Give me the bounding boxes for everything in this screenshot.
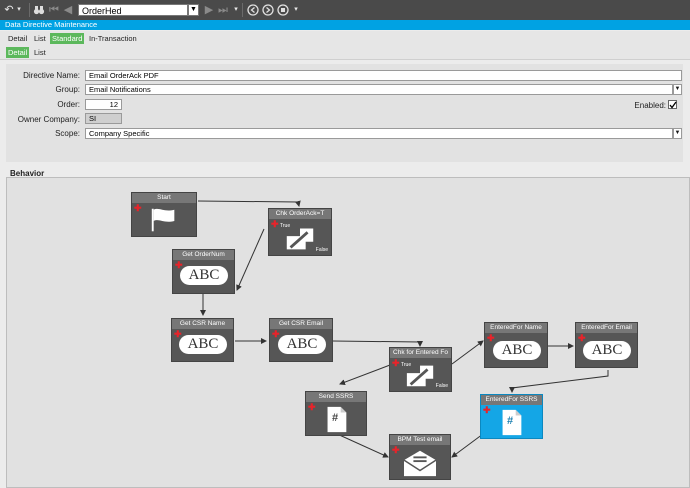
subtab-detail[interactable]: Detail (6, 47, 30, 58)
navigate-forward-icon[interactable] (262, 4, 274, 16)
next-record-icon[interactable]: ▶ (203, 4, 215, 16)
undo-dropdown-icon[interactable]: ▾ (13, 4, 25, 16)
workflow-node-get-csr-email[interactable]: Get CSR Email ✚ ABC (269, 318, 333, 362)
condition-icon (406, 365, 434, 387)
owner-company-field: SI (85, 113, 122, 124)
toolbar-separator (29, 3, 30, 17)
main-tabs: Detail List Standard In-Transaction (0, 31, 690, 46)
table-selector-input[interactable]: OrderHed (78, 4, 188, 16)
condition-icon (286, 228, 314, 250)
order-label: Order: (57, 100, 80, 109)
chevron-down-icon[interactable]: ▼ (673, 84, 682, 95)
abc-icon: ABC (278, 335, 326, 354)
first-record-icon[interactable]: ⏮ (48, 4, 60, 16)
enabled-checkbox[interactable] (668, 100, 677, 109)
node-title: EnteredFor SSRS (481, 395, 542, 405)
directive-form: Directive Name: Email OrderAck PDF Group… (6, 64, 683, 162)
tab-standard[interactable]: Standard (50, 33, 85, 44)
add-icon[interactable]: ✚ (487, 334, 495, 343)
workflow-node-enteredfor-email[interactable]: EnteredFor Email ✚ ABC (575, 322, 638, 368)
owner-company-label: Owner Company: (17, 115, 80, 124)
directive-name-label: Directive Name: (23, 71, 80, 80)
node-title: EnteredFor Name (485, 323, 547, 333)
add-icon[interactable]: ✚ (174, 330, 182, 339)
more-dropdown-icon[interactable]: ▾ (290, 4, 302, 16)
order-field[interactable]: 12 (85, 99, 122, 110)
chevron-down-icon[interactable]: ▼ (188, 4, 199, 16)
add-icon[interactable]: ✚ (272, 330, 280, 339)
scope-label: Scope: (55, 129, 80, 138)
workflow-node-enteredfor-name[interactable]: EnteredFor Name ✚ ABC (484, 322, 548, 368)
directive-name-field[interactable]: Email OrderAck PDF (85, 70, 682, 81)
node-title: Start (132, 193, 196, 203)
node-title: Get CSR Email (270, 319, 332, 329)
tab-list[interactable]: List (32, 33, 48, 44)
tab-in-transaction[interactable]: In-Transaction (87, 33, 139, 44)
workflow-node-start[interactable]: Start ✚ (131, 192, 197, 237)
abc-icon: ABC (493, 341, 541, 360)
hash-glyph: # (507, 415, 514, 427)
stop-icon[interactable] (277, 4, 289, 16)
subtab-list[interactable]: List (32, 47, 48, 58)
abc-icon: ABC (180, 266, 228, 285)
node-title: Get CSR Name (172, 319, 233, 329)
checkmark-icon (669, 101, 677, 109)
flag-icon (151, 208, 175, 232)
last-record-icon[interactable]: ⏭ (217, 4, 229, 16)
node-title: Get OrderNum (173, 250, 234, 260)
hash-glyph: # (332, 412, 339, 424)
workflow-node-chk-orderack[interactable]: Chk OrderAck=T ✚ True False (268, 208, 332, 256)
enabled-label: Enabled: (634, 101, 666, 110)
chevron-down-icon[interactable]: ▼ (673, 128, 682, 139)
node-title: Chk for Entered Fo (390, 348, 451, 358)
workflow-node-get-csr-name[interactable]: Get CSR Name ✚ ABC (171, 318, 234, 362)
toolbar-separator (242, 3, 243, 17)
group-label: Group: (55, 85, 80, 94)
node-title: BPM Test email (390, 435, 450, 445)
navigation-dropdown-icon[interactable]: ▾ (230, 4, 242, 16)
scope-select[interactable]: Company Specific (85, 128, 673, 139)
node-title: Send SSRS (306, 392, 366, 402)
email-icon (403, 450, 437, 477)
binoculars-icon[interactable] (33, 4, 45, 16)
group-select[interactable]: Email Notifications (85, 84, 673, 95)
abc-icon: ABC (583, 341, 631, 360)
add-icon[interactable]: ✚ (175, 261, 183, 270)
toolbar: ↶ ▾ ⏮ ◀ OrderHed ▼ ▶ ⏭ ▾ ▾ (0, 0, 690, 20)
window-title: Data Directive Maintenance (0, 20, 690, 30)
node-title: Chk OrderAck=T (269, 209, 331, 219)
workflow-node-bpm-test-email[interactable]: BPM Test email ✚ (389, 434, 451, 480)
node-title: EnteredFor Email (576, 323, 637, 333)
navigate-back-icon[interactable] (247, 4, 259, 16)
abc-icon: ABC (179, 335, 227, 354)
workflow-node-send-ssrs[interactable]: Send SSRS ✚ # (305, 391, 367, 436)
previous-record-icon[interactable]: ◀ (62, 4, 74, 16)
tab-detail[interactable]: Detail (6, 33, 29, 44)
add-icon[interactable]: ✚ (578, 334, 586, 343)
workflow-node-get-ordernum[interactable]: Get OrderNum ✚ ABC (172, 249, 235, 294)
workflow-node-enteredfor-ssrs[interactable]: EnteredFor SSRS ✚ # (480, 394, 543, 439)
sub-tabs: Detail List (0, 45, 690, 60)
workflow-node-chk-entered-for[interactable]: Chk for Entered Fo ✚ True False (389, 347, 452, 392)
